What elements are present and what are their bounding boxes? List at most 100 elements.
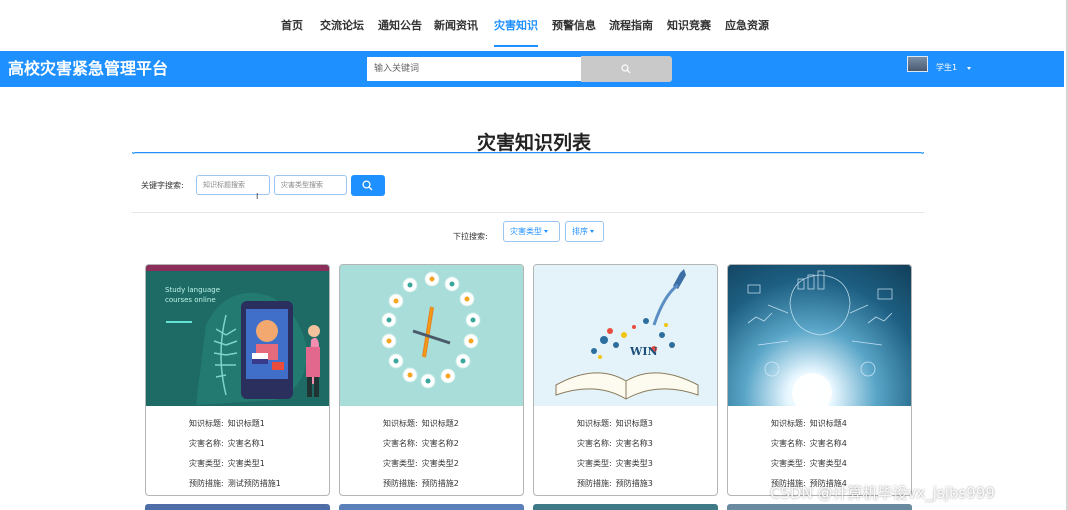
field-value: 灾害类型4 xyxy=(809,459,847,468)
card-row-name: 灾害名称: 灾害名称4 xyxy=(771,439,847,448)
card-image-text: courses online xyxy=(165,296,216,304)
title-underline xyxy=(132,152,924,154)
card-image-text: Study language xyxy=(165,286,221,294)
nav-item-quiz[interactable]: 知识竞赛 xyxy=(667,0,711,51)
card-row-prevention: 预防措施: 预防措施3 xyxy=(577,479,653,488)
card-image[interactable] xyxy=(340,265,523,406)
field-value: 预防措施2 xyxy=(421,479,459,488)
field-label: 灾害名称 xyxy=(771,439,803,448)
knowledge-card[interactable]: 知识标题: 知识标题2 灾害名称: 灾害名称2 灾害类型: 灾害类型2 预防措施: 预防… xyxy=(339,264,524,496)
global-search-input[interactable] xyxy=(367,57,581,81)
card-details: 知识标题: 知识标题1 灾害名称: 灾害名称1 灾害类型: 灾害类型1 预防措施: 测试… xyxy=(146,415,329,495)
field-value: 知识标题1 xyxy=(227,419,265,428)
field-label: 灾害名称 xyxy=(189,439,221,448)
field-value: 灾害名称1 xyxy=(227,439,265,448)
card-details: 知识标题: 知识标题2 灾害名称: 灾害名称2 灾害类型: 灾害类型2 预防措施: 预防… xyxy=(340,415,523,495)
disaster-type-dropdown-label: 灾害类型 xyxy=(510,227,542,236)
knowledge-card[interactable]: WIN 知识标题: 知识标题3 灾害名称: 灾害名称3 灾害类型: 灾害类型3 预防措… xyxy=(533,264,718,496)
field-value: 灾害类型1 xyxy=(227,459,265,468)
nav-item-notice[interactable]: 通知公告 xyxy=(378,0,422,51)
card-row-type: 灾害类型: 灾害类型4 xyxy=(771,459,847,468)
chevron-down-icon[interactable] xyxy=(967,67,971,70)
field-value: 知识标题3 xyxy=(615,419,653,428)
card-image[interactable]: Study language courses online xyxy=(146,265,329,406)
book-rocket-illustration xyxy=(534,265,717,406)
chevron-down-icon xyxy=(544,230,548,233)
card-row-name: 灾害名称: 灾害名称3 xyxy=(577,439,653,448)
knowledge-card-partial[interactable] xyxy=(533,504,718,510)
search-icon xyxy=(621,64,631,74)
field-label: 灾害名称 xyxy=(577,439,609,448)
keyword-search-label: 关键字搜索: xyxy=(141,181,184,190)
card-row-prevention: 预防措施: 预防措施2 xyxy=(383,479,459,488)
card-image[interactable] xyxy=(728,265,911,406)
field-label: 预防措施 xyxy=(189,479,221,488)
field-label: 知识标题 xyxy=(577,419,609,428)
disaster-type-dropdown[interactable]: 灾害类型 xyxy=(503,221,560,242)
sort-dropdown-label: 排序 xyxy=(572,227,588,236)
field-value: 灾害类型2 xyxy=(421,459,459,468)
lightbulb-illustration xyxy=(747,270,893,406)
nav-item-guide[interactable]: 流程指南 xyxy=(609,0,653,51)
top-nav: 首页 交流论坛 通知公告 新闻资讯 灾害知识 预警信息 流程指南 知识竞赛 应急… xyxy=(0,0,1068,51)
nav-item-news[interactable]: 新闻资讯 xyxy=(434,0,478,51)
knowledge-card-partial[interactable] xyxy=(727,504,912,510)
nav-item-resources[interactable]: 应急资源 xyxy=(725,0,769,51)
type-search-input[interactable] xyxy=(274,175,347,195)
watermark: CSDN @计算机毕设vx_jsjbs999 xyxy=(770,484,995,502)
field-label: 灾害名称 xyxy=(383,439,415,448)
title-search-input[interactable] xyxy=(196,175,270,195)
field-value: 灾害名称2 xyxy=(421,439,459,448)
dropdown-search-label: 下拉搜索: xyxy=(453,232,488,241)
field-value: 灾害名称3 xyxy=(615,439,653,448)
nav-menu: 首页 交流论坛 通知公告 新闻资讯 灾害知识 预警信息 流程指南 知识竞赛 应急… xyxy=(281,0,780,51)
text-cursor: I xyxy=(256,192,259,201)
field-label: 知识标题 xyxy=(771,419,803,428)
card-row-name: 灾害名称: 灾害名称2 xyxy=(383,439,459,448)
site-brand[interactable]: 高校灾害紧急管理平台 xyxy=(8,51,168,87)
field-value: 知识标题4 xyxy=(809,419,847,428)
field-label: 预防措施 xyxy=(577,479,609,488)
card-row-title: 知识标题: 知识标题4 xyxy=(771,419,847,428)
card-row-title: 知识标题: 知识标题2 xyxy=(383,419,459,428)
field-value: 知识标题2 xyxy=(421,419,459,428)
knowledge-card-grid: Study language courses online 知识标题: 知识标题1… xyxy=(145,264,915,496)
knowledge-card-partial[interactable] xyxy=(145,504,330,510)
global-search-button[interactable] xyxy=(581,56,672,82)
knowledge-card[interactable]: Study language courses online 知识标题: 知识标题1… xyxy=(145,264,330,496)
card-details: 知识标题: 知识标题3 灾害名称: 灾害名称3 灾害类型: 灾害类型3 预防措施: 预防… xyxy=(534,415,717,495)
sort-dropdown[interactable]: 排序 xyxy=(565,221,604,242)
field-label: 灾害类型 xyxy=(189,459,221,468)
field-value: 预防措施3 xyxy=(615,479,653,488)
nav-item-home[interactable]: 首页 xyxy=(281,0,303,51)
filter-search-button[interactable] xyxy=(351,175,385,196)
card-image-text: WIN xyxy=(630,345,658,358)
avatar[interactable] xyxy=(907,56,928,72)
search-icon xyxy=(362,180,373,191)
field-label: 知识标题 xyxy=(383,419,415,428)
field-label: 知识标题 xyxy=(189,419,221,428)
knowledge-card[interactable]: 知识标题: 知识标题4 灾害名称: 灾害名称4 灾害类型: 灾害类型4 预防措施: 预防… xyxy=(727,264,912,496)
card-row-type: 灾害类型: 灾害类型3 xyxy=(577,459,653,468)
field-value: 灾害名称4 xyxy=(809,439,847,448)
field-label: 灾害类型 xyxy=(771,459,803,468)
card-row-name: 灾害名称: 灾害名称1 xyxy=(189,439,265,448)
field-label: 灾害类型 xyxy=(383,459,415,468)
card-row-title: 知识标题: 知识标题3 xyxy=(577,419,653,428)
username[interactable]: 学生1 xyxy=(936,51,957,85)
divider xyxy=(132,212,924,213)
card-row-type: 灾害类型: 灾害类型2 xyxy=(383,459,459,468)
education-icons-illustration xyxy=(340,265,523,406)
field-value: 测试预防措施1 xyxy=(227,479,281,488)
nav-item-warning[interactable]: 预警信息 xyxy=(552,0,596,51)
field-label: 灾害类型 xyxy=(577,459,609,468)
field-label: 预防措施 xyxy=(383,479,415,488)
card-row-title: 知识标题: 知识标题1 xyxy=(189,419,265,428)
header-bar: 高校灾害紧急管理平台 学生1 xyxy=(0,51,1064,87)
field-value: 灾害类型3 xyxy=(615,459,653,468)
knowledge-card-partial[interactable] xyxy=(339,504,524,510)
nav-item-forum[interactable]: 交流论坛 xyxy=(320,0,364,51)
chevron-down-icon xyxy=(590,230,594,233)
card-image[interactable]: WIN xyxy=(534,265,717,406)
nav-item-disaster-knowledge[interactable]: 灾害知识 xyxy=(494,0,538,51)
